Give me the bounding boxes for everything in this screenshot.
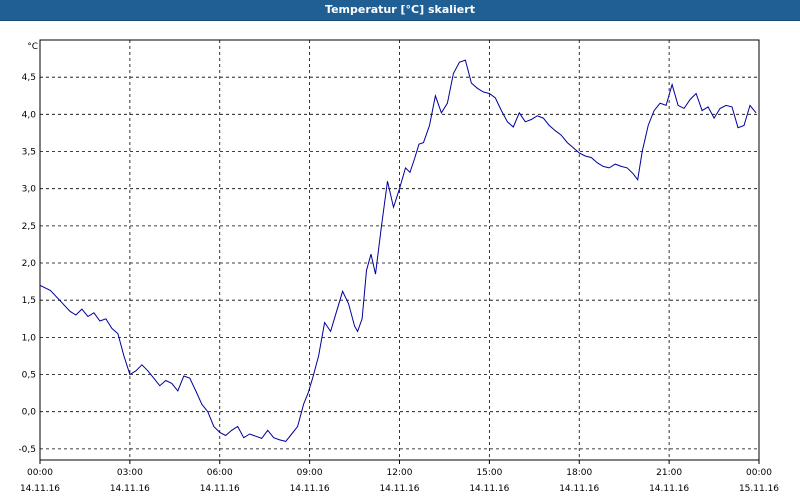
- x-tick-date: 14.11.16: [379, 484, 419, 494]
- y-tick-label: 1,5: [22, 296, 36, 306]
- y-tick-label: -0,5: [18, 445, 36, 455]
- x-tick-time: 09:00: [297, 468, 323, 478]
- y-tick-label: 0,0: [22, 408, 37, 418]
- x-tick-time: 12:00: [387, 468, 413, 478]
- chart-title: Temperatur [°C] skaliert: [0, 0, 800, 21]
- x-tick-time: 00:00: [27, 468, 53, 478]
- y-tick-label: 3,5: [22, 148, 36, 158]
- x-tick-time: 15:00: [476, 468, 502, 478]
- temperature-chart: -0,5 0,0 0,5 1,0 1,5 2,0 2,5 3,0 3,5 4,0 4,5 00:00…: [18, 39, 779, 494]
- temperature-line: [39, 59, 757, 442]
- x-tick-date: 14.11.16: [20, 484, 60, 494]
- x-tick-date: 14.11.16: [469, 484, 509, 494]
- vertical-gridlines: [39, 40, 760, 464]
- x-tick-date: 15.11.16: [739, 484, 779, 494]
- x-tick-date: 14.11.16: [559, 484, 599, 494]
- x-tick-date: 14.11.16: [110, 484, 150, 494]
- y-tick-label: 3,0: [22, 185, 37, 195]
- x-tick-labels: 00:00 14.11.16 03:00 14.11.16 06:00 14.11.16 0…: [20, 468, 779, 494]
- y-tick-labels: -0,5 0,0 0,5 1,0 1,5 2,0 2,5 3,0 3,5 4,0 4,5: [18, 73, 36, 455]
- x-tick-time: 00:00: [746, 468, 772, 478]
- x-tick-date: 14.11.16: [649, 484, 689, 494]
- y-tick-label: 4,5: [22, 73, 36, 83]
- x-tick-date: 14.11.16: [290, 484, 330, 494]
- y-tick-label: 2,0: [22, 259, 37, 269]
- y-tick-label: 0,5: [22, 371, 36, 381]
- x-tick-time: 21:00: [656, 468, 682, 478]
- x-tick-time: 18:00: [566, 468, 592, 478]
- y-tick-label: 2,5: [22, 222, 36, 232]
- y-tick-label: 1,0: [22, 333, 37, 343]
- y-axis-unit: °C: [27, 42, 38, 52]
- x-tick-date: 14.11.16: [200, 484, 240, 494]
- y-tick-label: 4,0: [22, 110, 37, 120]
- x-tick-time: 06:00: [207, 468, 233, 478]
- x-tick-time: 03:00: [117, 468, 143, 478]
